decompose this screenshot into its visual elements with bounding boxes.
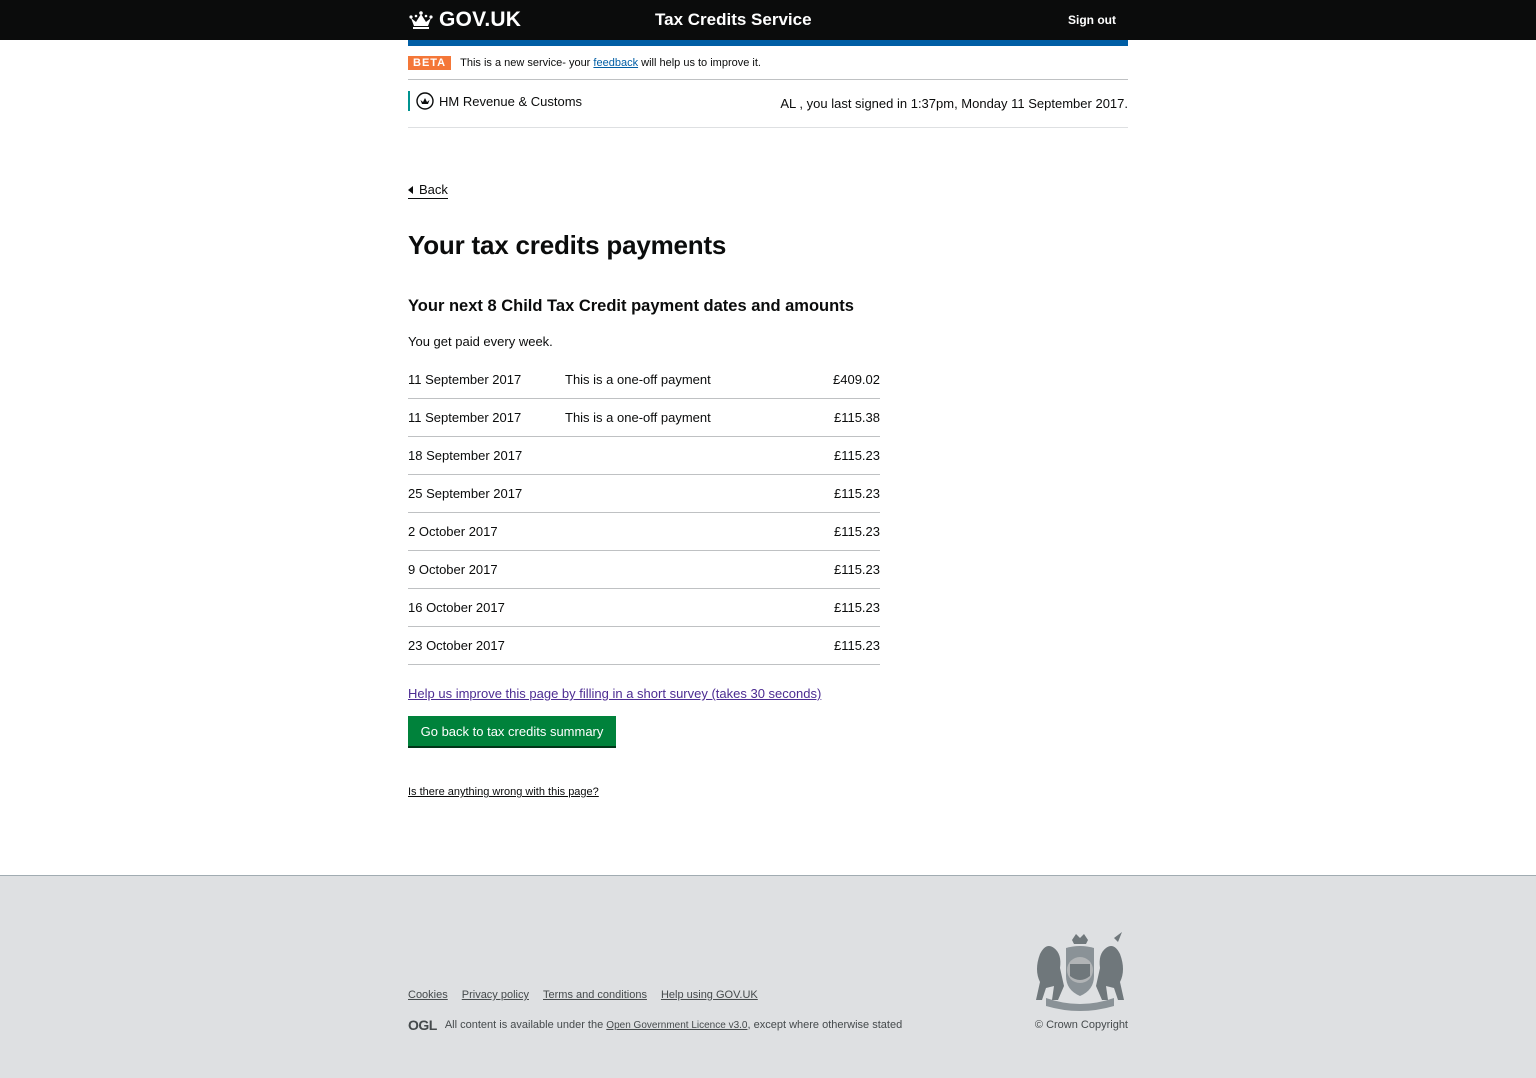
payment-row: 11 September 2017 This is a one-off payme… xyxy=(408,361,880,399)
payment-note xyxy=(565,512,785,551)
royal-coat-of-arms-icon xyxy=(1036,932,1124,1011)
phase-text-after: will help us to improve it. xyxy=(641,56,761,69)
payment-amount: £115.23 xyxy=(785,436,880,475)
account-bar: HM Revenue & Customs AL , you last signe… xyxy=(408,80,1128,128)
payment-frequency: You get paid every week. xyxy=(408,334,553,349)
payment-row: 2 October 2017 £115.23 xyxy=(408,512,880,551)
payment-note: This is a one-off payment xyxy=(565,398,785,437)
payment-amount: £115.23 xyxy=(785,588,880,627)
footer-links: Cookies Privacy policy Terms and conditi… xyxy=(408,989,758,1001)
payment-row: 25 September 2017 £115.23 xyxy=(408,474,880,513)
back-to-summary-button[interactable]: Go back to tax credits summary xyxy=(408,716,616,746)
page-container: BETA This is a new service- your feedbac… xyxy=(408,40,1128,798)
payments-subtitle: Your next 8 Child Tax Credit payment dat… xyxy=(408,297,854,315)
licence-text: OGL All content is available under the O… xyxy=(408,1017,902,1033)
payment-note xyxy=(565,436,785,475)
payments-table: 11 September 2017 This is a one-off payme… xyxy=(408,361,880,665)
payment-row: 16 October 2017 £115.23 xyxy=(408,588,880,627)
ogl-logo: OGL xyxy=(408,1017,437,1033)
footer-link-terms[interactable]: Terms and conditions xyxy=(543,989,647,1001)
payment-amount: £115.23 xyxy=(785,474,880,513)
sign-out-link[interactable]: Sign out xyxy=(1068,13,1116,27)
department-name: HM Revenue & Customs xyxy=(439,93,583,109)
payment-amount: £115.23 xyxy=(785,550,880,589)
feedback-link[interactable]: feedback xyxy=(593,57,638,69)
survey-link[interactable]: Help us improve this page by filling in … xyxy=(408,686,821,701)
payment-row: 9 October 2017 £115.23 xyxy=(408,550,880,589)
payment-date: 9 October 2017 xyxy=(408,550,565,589)
footer-link-privacy[interactable]: Privacy policy xyxy=(462,989,529,1001)
payment-note xyxy=(565,550,785,589)
licence-link[interactable]: Open Government Licence v3.0 xyxy=(606,1020,747,1031)
footer-link-cookies[interactable]: Cookies xyxy=(408,989,448,1001)
hmrc-logo[interactable]: HM Revenue & Customs xyxy=(408,91,582,111)
payment-row: 11 September 2017 This is a one-off payme… xyxy=(408,398,880,437)
payment-row: 23 October 2017 £115.23 xyxy=(408,626,880,665)
beta-tag: BETA xyxy=(408,55,452,70)
payment-date: 23 October 2017 xyxy=(408,626,565,665)
phase-banner: BETA This is a new service- your feedbac… xyxy=(408,46,1128,80)
payment-note xyxy=(565,474,785,513)
payment-date: 2 October 2017 xyxy=(408,512,565,551)
payment-amount: £115.38 xyxy=(785,398,880,437)
payment-amount: £115.23 xyxy=(785,512,880,551)
hmrc-crest-icon xyxy=(416,92,434,110)
service-name-link[interactable]: Tax Credits Service xyxy=(655,10,812,30)
last-signed-in: AL , you last signed in 1:37pm, Monday 1… xyxy=(780,96,1128,111)
page-title: Your tax credits payments xyxy=(408,230,727,260)
payment-note: This is a one-off payment xyxy=(565,361,785,399)
payment-date: 11 September 2017 xyxy=(408,361,565,399)
licence-after: , except where otherwise stated xyxy=(747,1019,903,1031)
payment-date: 16 October 2017 xyxy=(408,588,565,627)
footer-link-help[interactable]: Help using GOV.UK xyxy=(661,989,758,1001)
back-link-label: Back xyxy=(419,182,448,197)
phase-text-before: This is a new service- your xyxy=(460,56,591,69)
payment-row: 18 September 2017 £115.23 xyxy=(408,436,880,475)
payment-amount: £115.23 xyxy=(785,626,880,665)
logo-text: GOV.UK xyxy=(439,8,522,31)
payment-note xyxy=(565,588,785,627)
caret-left-icon xyxy=(408,185,413,194)
payment-date: 18 September 2017 xyxy=(408,436,565,475)
crown-copyright: © Crown Copyright xyxy=(1034,1019,1128,1031)
payment-amount: £409.02 xyxy=(785,361,880,399)
back-link[interactable]: Back xyxy=(408,182,448,199)
crown-icon xyxy=(409,11,433,29)
payment-date: 11 September 2017 xyxy=(408,398,565,437)
footer: Cookies Privacy policy Terms and conditi… xyxy=(0,875,1536,1078)
licence-before: All content is available under the xyxy=(444,1019,604,1031)
govuk-logo[interactable]: GOV.UK xyxy=(408,8,521,32)
report-problem-link[interactable]: Is there anything wrong with this page? xyxy=(408,786,599,798)
payment-note xyxy=(565,626,785,665)
global-header: GOV.UK Tax Credits Service Sign out xyxy=(0,0,1536,40)
payment-date: 25 September 2017 xyxy=(408,474,565,513)
